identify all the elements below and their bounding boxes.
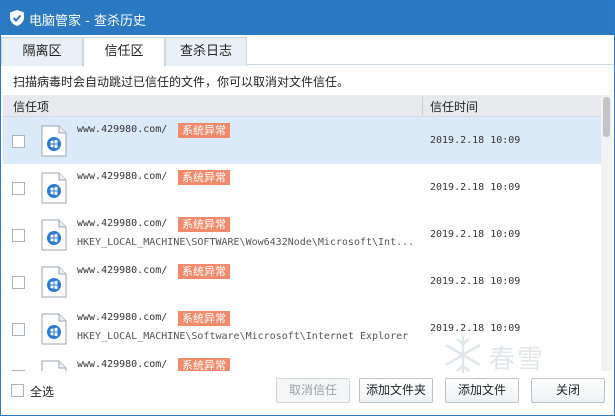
status-badge: 系统异常 xyxy=(178,264,230,279)
file-icon xyxy=(41,172,67,204)
add-file-button[interactable]: 添加文件 xyxy=(445,378,519,403)
table-row[interactable]: www.429980.com/ 系统异常 2019.2.18 10:09 xyxy=(3,258,601,305)
untrust-button[interactable]: 取消信任 xyxy=(276,378,350,403)
file-icon xyxy=(41,266,67,298)
add-folder-button[interactable]: 添加文件夹 xyxy=(359,378,433,403)
select-all-label[interactable]: 全选 xyxy=(30,383,54,400)
table-row[interactable]: www.429980.com/ 系统异常 2019.2.18 10:09 xyxy=(3,117,601,164)
select-all-checkbox[interactable] xyxy=(11,384,24,397)
table-row[interactable]: www.429980.com/ 系统异常 2019.2.18 10:09 xyxy=(3,164,601,211)
tab-trusted[interactable]: 信任区 xyxy=(83,37,165,67)
row-checkbox[interactable] xyxy=(12,323,25,336)
status-badge: 系统异常 xyxy=(178,311,230,326)
row-time: 2019.2.18 10:09 xyxy=(430,276,521,287)
status-badge: 系统异常 xyxy=(178,217,230,232)
list-header: 信任项 信任时间 xyxy=(3,95,601,117)
tab-scan-log[interactable]: 查杀日志 xyxy=(165,37,247,66)
table-row[interactable]: www.429980.com/ 系统异常 HKEY_LOCAL_MACHINE\… xyxy=(3,211,601,258)
trusted-list: 信任项 信任时间 www.429980.com/ 系统异常 2019.2.18 … xyxy=(3,95,614,371)
window-title: 电脑管家 - 查杀历史 xyxy=(29,14,146,29)
title-bar[interactable]: 电脑管家 - 查杀历史 xyxy=(1,1,614,35)
scrollbar-thumb[interactable] xyxy=(603,97,610,137)
file-icon xyxy=(41,313,67,345)
hint-text: 扫描病毒时会自动跳过已信任的文件，你可以取消对文件信任。 xyxy=(13,75,350,89)
file-icon xyxy=(41,360,67,371)
list-scrollbar[interactable] xyxy=(601,95,612,371)
row-url: www.429980.com/ xyxy=(77,218,168,229)
row-url: www.429980.com/ xyxy=(77,265,168,276)
row-path: HKEY_LOCAL_MACHINE\Software\Microsoft\In… xyxy=(77,331,409,342)
file-icon xyxy=(41,125,67,157)
close-button[interactable]: 关闭 xyxy=(531,378,605,403)
watermark-text: 春雪 xyxy=(489,345,546,375)
row-checkbox[interactable] xyxy=(12,135,25,148)
footer-bar: 全选 取消信任 添加文件夹 添加文件 关闭 xyxy=(1,373,614,415)
column-divider[interactable] xyxy=(422,97,423,115)
row-url: www.429980.com/ xyxy=(77,124,168,135)
file-icon xyxy=(41,219,67,251)
tab-quarantine[interactable]: 隔离区 xyxy=(1,37,83,66)
row-time: 2019.2.18 10:09 xyxy=(430,135,521,146)
shield-icon xyxy=(10,10,24,26)
row-checkbox[interactable] xyxy=(12,370,25,371)
trust-history-window: 电脑管家 - 查杀历史 隔离区 信任区 查杀日志 扫描病毒时会自动跳过已信任的文… xyxy=(0,0,615,416)
row-url: www.429980.com/ xyxy=(77,359,168,370)
status-badge: 系统异常 xyxy=(178,358,230,371)
row-time: 2019.2.18 10:09 xyxy=(430,182,521,193)
row-path: HKEY_LOCAL_MACHINE\SOFTWARE\Wow6432Node\… xyxy=(77,237,415,248)
snowflake-icon xyxy=(445,336,481,374)
column-header-item[interactable]: 信任项 xyxy=(13,98,49,115)
column-header-time[interactable]: 信任时间 xyxy=(430,98,478,115)
tab-bar: 隔离区 信任区 查杀日志 xyxy=(1,35,614,67)
row-checkbox[interactable] xyxy=(12,276,25,289)
row-url: www.429980.com/ xyxy=(77,312,168,323)
row-time: 2019.2.18 10:09 xyxy=(430,229,521,240)
row-url: www.429980.com/ xyxy=(77,171,168,182)
row-checkbox[interactable] xyxy=(12,182,25,195)
status-badge: 系统异常 xyxy=(178,123,230,138)
row-checkbox[interactable] xyxy=(12,229,25,242)
status-badge: 系统异常 xyxy=(178,170,230,185)
